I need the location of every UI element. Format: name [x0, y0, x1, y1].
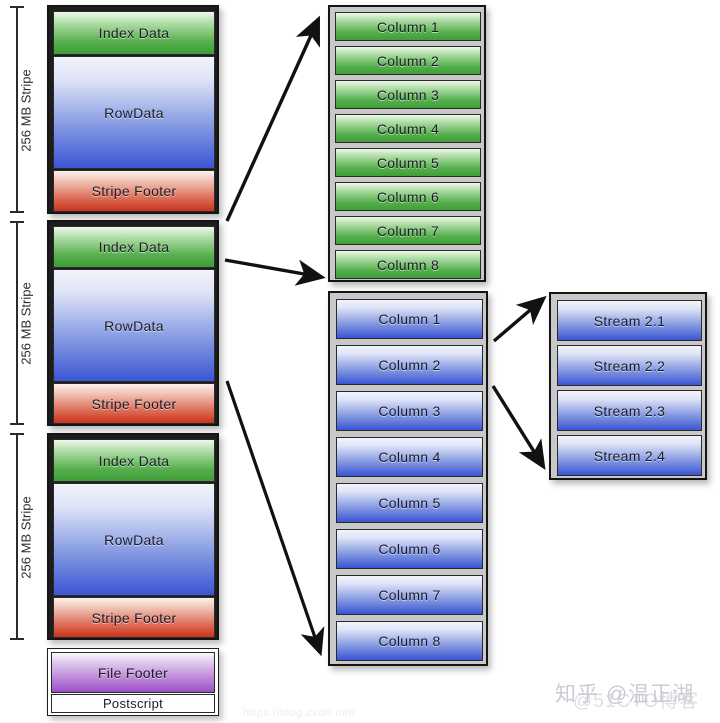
row-column-3: Column 3: [336, 391, 483, 431]
index-data-columns-group: Column 1 Column 2 Column 3 Column 4 Colu…: [328, 5, 486, 282]
index-column-7: Column 7: [335, 216, 481, 245]
row-column-7: Column 7: [336, 575, 483, 615]
file-tail: File Footer Postscript: [47, 648, 219, 716]
arrow-index-to-green-columns-2: [224, 258, 326, 286]
stream-2-3: Stream 2.3: [557, 390, 702, 431]
stripe-1: Index Data RowData Stripe Footer: [47, 5, 219, 214]
stripe-3-row-data: RowData: [53, 483, 215, 596]
index-column-5: Column 5: [335, 148, 481, 177]
stripe-1-stripe-footer: Stripe Footer: [53, 170, 215, 212]
stripe-1-index-data: Index Data: [53, 11, 215, 55]
orc-file-structure-diagram: 256 MB Stripe 256 MB Stripe 256 MB Strip…: [0, 0, 720, 723]
stream-2-1: Stream 2.1: [557, 300, 702, 341]
index-column-1: Column 1: [335, 12, 481, 41]
stripe-3: Index Data RowData Stripe Footer: [47, 433, 219, 640]
stream-2-2: Stream 2.2: [557, 345, 702, 386]
file-footer: File Footer: [51, 652, 215, 693]
stripe-3-index-data: Index Data: [53, 439, 215, 482]
stripe-2-stripe-footer: Stripe Footer: [53, 383, 215, 424]
arrow-columns-to-streams-down: [491, 385, 546, 471]
stripe-1-row-data: RowData: [53, 56, 215, 169]
row-column-4: Column 4: [336, 437, 483, 477]
row-column-1: Column 1: [336, 299, 483, 339]
stream-2-4: Stream 2.4: [557, 435, 702, 476]
row-column-8: Column 8: [336, 621, 483, 661]
watermark-url: https://blog.csdn.net/: [243, 707, 356, 719]
bracket-cap-bottom: [10, 423, 24, 425]
bracket-cap-bottom: [10, 638, 24, 640]
stripe-2-row-data: RowData: [53, 269, 215, 382]
arrow-index-to-green-columns: [225, 15, 320, 222]
arrow-columns-to-streams-up: [492, 295, 547, 343]
stripe-label-3: 256 MB Stripe: [18, 496, 34, 579]
stripe-label-1: 256 MB Stripe: [18, 69, 34, 152]
watermark-zhihu: 知乎 @温正湖: [555, 683, 695, 706]
stripe-2: Index Data RowData Stripe Footer: [47, 220, 219, 426]
streams-group: Stream 2.1 Stream 2.2 Stream 2.3 Stream …: [549, 292, 707, 480]
index-column-2: Column 2: [335, 46, 481, 75]
postscript: Postscript: [51, 694, 215, 713]
stripe-2-index-data: Index Data: [53, 226, 215, 268]
row-data-columns-group: Column 1 Column 2 Column 3 Column 4 Colu…: [328, 291, 488, 666]
arrow-rowdata-to-blue-columns: [225, 380, 325, 657]
bracket-cap-bottom: [10, 211, 24, 213]
index-column-3: Column 3: [335, 80, 481, 109]
index-column-4: Column 4: [335, 114, 481, 143]
row-column-2: Column 2: [336, 345, 483, 385]
row-column-6: Column 6: [336, 529, 483, 569]
index-column-8: Column 8: [335, 250, 481, 279]
row-column-5: Column 5: [336, 483, 483, 523]
index-column-6: Column 6: [335, 182, 481, 211]
stripe-3-stripe-footer: Stripe Footer: [53, 597, 215, 638]
stripe-label-2: 256 MB Stripe: [18, 282, 34, 365]
